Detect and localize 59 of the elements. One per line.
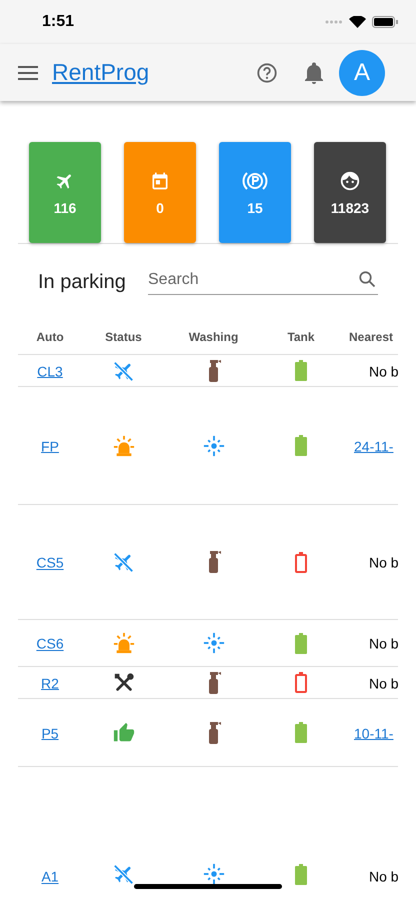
column-header: Nearest bbox=[340, 320, 398, 354]
car-link[interactable]: R2 bbox=[41, 675, 59, 692]
sparkle-icon bbox=[202, 632, 224, 654]
airplane-off-icon bbox=[112, 360, 134, 382]
booking-text: No b bbox=[369, 636, 398, 652]
booking-text: No b bbox=[369, 363, 398, 380]
spray-bottle-icon bbox=[206, 672, 220, 694]
car-link[interactable]: P5 bbox=[41, 725, 59, 742]
booking-text: No b bbox=[369, 554, 398, 571]
car-link[interactable]: CS6 bbox=[36, 636, 64, 652]
booking-date-link[interactable]: 24-11- bbox=[354, 438, 394, 454]
booking-text: No b bbox=[369, 675, 398, 692]
signal-icon bbox=[325, 20, 343, 24]
battery-empty-icon bbox=[295, 552, 307, 572]
car-link[interactable]: CS5 bbox=[36, 554, 64, 571]
battery-full-icon bbox=[295, 435, 307, 456]
app-title-link[interactable]: RentProg bbox=[52, 59, 256, 86]
search-field[interactable]: Search bbox=[148, 265, 378, 295]
booking-text: No b bbox=[369, 868, 398, 884]
stat-card[interactable]: 15 bbox=[219, 142, 291, 243]
spray-bottle-icon bbox=[206, 722, 220, 744]
search-icon bbox=[358, 270, 376, 288]
battery-full-icon bbox=[295, 360, 307, 381]
airplane-off-icon bbox=[112, 862, 134, 884]
spray-bottle-icon bbox=[206, 551, 220, 573]
column-header: Washing bbox=[165, 320, 262, 354]
column-header: Tank bbox=[262, 320, 340, 354]
bell-icon[interactable] bbox=[304, 62, 324, 84]
menu-icon[interactable] bbox=[18, 66, 38, 80]
sparkle-icon bbox=[202, 434, 224, 456]
thumbs-up-icon bbox=[112, 722, 134, 744]
parking-icon bbox=[242, 170, 268, 192]
car-link[interactable]: FP bbox=[41, 438, 59, 454]
car-link[interactable]: CL3 bbox=[37, 363, 63, 380]
battery-full-icon bbox=[295, 632, 307, 654]
face-icon bbox=[339, 170, 361, 192]
avatar-button[interactable]: A bbox=[339, 50, 385, 96]
alarm-light-icon bbox=[112, 434, 134, 456]
alarm-light-icon bbox=[112, 632, 134, 654]
car-link[interactable]: A1 bbox=[41, 868, 59, 884]
booking-date-link[interactable]: 10-11- bbox=[354, 725, 394, 742]
tools-icon bbox=[112, 672, 134, 694]
help-icon[interactable] bbox=[256, 62, 278, 84]
sparkle-icon bbox=[202, 862, 224, 884]
stat-card[interactable]: 0 bbox=[124, 142, 196, 243]
wifi-icon bbox=[349, 16, 366, 28]
battery-icon bbox=[372, 16, 398, 28]
column-header: Auto bbox=[18, 320, 82, 354]
stat-card[interactable]: 11823 bbox=[314, 142, 386, 243]
column-header: Status bbox=[82, 320, 165, 354]
battery-full-icon bbox=[295, 722, 307, 743]
section-title: In parking bbox=[38, 270, 127, 294]
battery-empty-icon bbox=[295, 672, 307, 693]
stat-card[interactable]: 116 bbox=[29, 142, 101, 243]
calendar-icon bbox=[150, 170, 170, 190]
battery-full-icon bbox=[295, 864, 307, 884]
clock-time: 1:51 bbox=[42, 13, 76, 31]
airplane-off-icon bbox=[112, 551, 134, 573]
spray-bottle-icon bbox=[206, 360, 220, 382]
